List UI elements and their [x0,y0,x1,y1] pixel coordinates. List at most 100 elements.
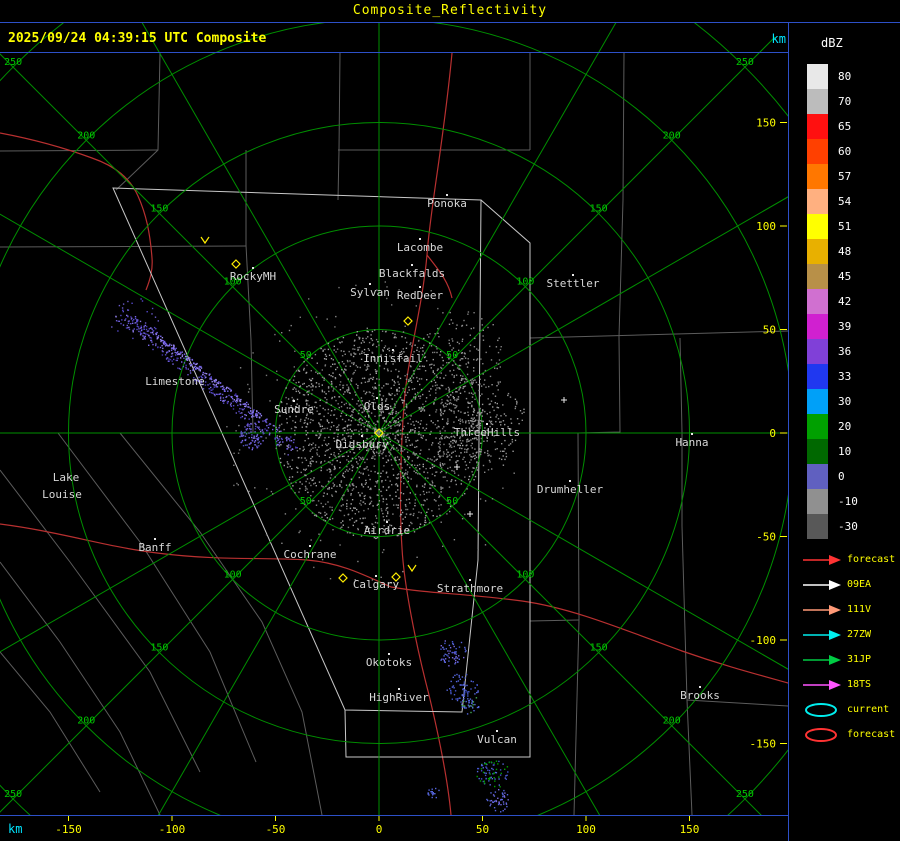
svg-text:150: 150 [590,203,608,214]
dbz-scale-value: 54 [838,195,852,208]
svg-text:Lake: Lake [53,471,80,484]
svg-text:150: 150 [756,117,776,130]
legend-label: forecast [847,729,896,740]
legend-arrow-icon [803,604,841,615]
svg-text:Strathmore: Strathmore [437,582,503,595]
dbz-scale-value: 36 [838,345,852,358]
dbz-scale-row-48: 48 [807,239,897,264]
echo-region-south-2 [446,673,479,704]
dbz-scale-row-60: 60 [807,139,897,164]
plus-marker [454,464,460,470]
svg-text:HighRiver: HighRiver [369,691,429,704]
svg-text:100: 100 [756,220,776,233]
svg-text:250: 250 [736,57,754,68]
city-label-ponoka: Ponoka [427,194,467,210]
dbz-scale-row--30: -30 [807,514,897,539]
dbz-scale-value: 65 [838,120,852,133]
dbz-color-swatch [807,314,828,339]
city-label-louise: Louise [42,488,82,501]
dbz-color-swatch [807,164,828,189]
svg-text:Olds: Olds [364,400,391,413]
dbz-scale-row-33: 33 [807,364,897,389]
svg-text:200: 200 [77,716,95,727]
svg-text:Sylvan: Sylvan [350,286,390,299]
svg-text:50: 50 [446,496,458,507]
dbz-scale-value: 57 [838,170,852,183]
dbz-scale-value: 42 [838,295,852,308]
city-label-strathmore: Strathmore [437,579,503,595]
dbz-scale-value: 20 [838,420,852,433]
svg-text:RockyMH: RockyMH [230,270,276,283]
svg-text:Limestone: Limestone [145,375,205,388]
dbz-scale-row-39: 39 [807,314,897,339]
radar-app-window: 50 100 150 200 250 50 100 150 200 250 50 100 150 200 2… [0,0,900,841]
legend-item-09EA-1: 09EA [801,572,899,597]
city-label-limestone: Limestone [145,375,205,388]
dbz-color-swatch [807,339,828,364]
dbz-color-swatch [807,414,828,439]
legend-label: 111V [847,604,872,615]
svg-text:Innisfail: Innisfail [363,352,423,365]
svg-text:-150: -150 [750,738,777,751]
svg-text:Blackfalds: Blackfalds [379,267,445,280]
svg-text:250: 250 [4,57,22,68]
svg-text:150: 150 [680,823,700,836]
dbz-scale-value: 60 [838,145,852,158]
legend-arrow-icon [803,679,841,690]
dbz-scale-row-51: 51 [807,214,897,239]
axes: -150 -100 -50 0 50 100 150 150 100 50 0 -50 -100 -150… [8,117,787,836]
radar-site-marker [231,259,241,269]
dbz-color-swatch [807,239,828,264]
radar-map[interactable]: 5010015020025050100150200250501001502002… [0,0,900,841]
svg-text:100: 100 [516,277,534,288]
dbz-color-swatch [807,289,828,314]
city-label-olds: Olds [364,397,391,413]
svg-text:Ponoka: Ponoka [427,197,467,210]
legend-item-forecast-0: forecast [801,547,899,572]
legend-label: 27ZW [847,629,872,640]
svg-text:50: 50 [476,823,489,836]
dbz-scale-value: 70 [838,95,852,108]
right-axis-unit-label: km [771,32,786,46]
svg-text:50: 50 [300,496,312,507]
svg-text:Louise: Louise [42,488,82,501]
dbz-scale-row-20: 20 [807,414,897,439]
dbz-color-swatch [807,364,828,389]
svg-text:50: 50 [763,324,776,337]
city-label-airdrie: Airdrie [364,521,410,537]
svg-text:Stettler: Stettler [547,277,600,290]
svg-text:250: 250 [4,789,22,800]
dbz-scale-row-10: 10 [807,439,897,464]
dbz-color-swatch [807,64,828,89]
echo-region-nw-bright [150,328,263,419]
dbz-scale-value: 51 [838,220,852,233]
svg-text:-100: -100 [750,634,777,647]
dbz-color-swatch [807,114,828,139]
city-label-lacombe: Lacombe [397,238,443,254]
dbz-scale-row-65: 65 [807,114,897,139]
dbz-scale-title: dBZ [821,36,843,50]
legend-arrow-icon [803,554,841,565]
svg-text:200: 200 [77,130,95,141]
dbz-color-swatch [807,214,828,239]
dbz-scale-value: 33 [838,370,852,383]
chevron-marker [407,564,417,573]
dbz-scale-value: -30 [838,520,858,533]
dbz-scale-value: -10 [838,495,858,508]
dbz-scale-row-57: 57 [807,164,897,189]
dbz-scale-row-36: 36 [807,339,897,364]
city-label-okotoks: Okotoks [366,653,412,669]
city-label-sundre: Sundre [274,400,314,416]
city-label-vulcan: Vulcan [477,730,517,746]
svg-text:250: 250 [736,789,754,800]
legend-item-31JP-4: 31JP [801,647,899,672]
svg-text:Calgary: Calgary [353,578,400,591]
city-label-lake: Lake [53,471,80,484]
svg-text:ThreeHills: ThreeHills [454,426,520,439]
city-label-innisfail: Innisfail [363,349,423,365]
echo-region-south-3 [461,697,480,715]
echo-region-south-4 [476,760,509,788]
city-label-blackfalds: Blackfalds [379,264,445,280]
city-label-highriver: HighRiver [369,688,429,704]
svg-text:Hanna: Hanna [675,436,708,449]
